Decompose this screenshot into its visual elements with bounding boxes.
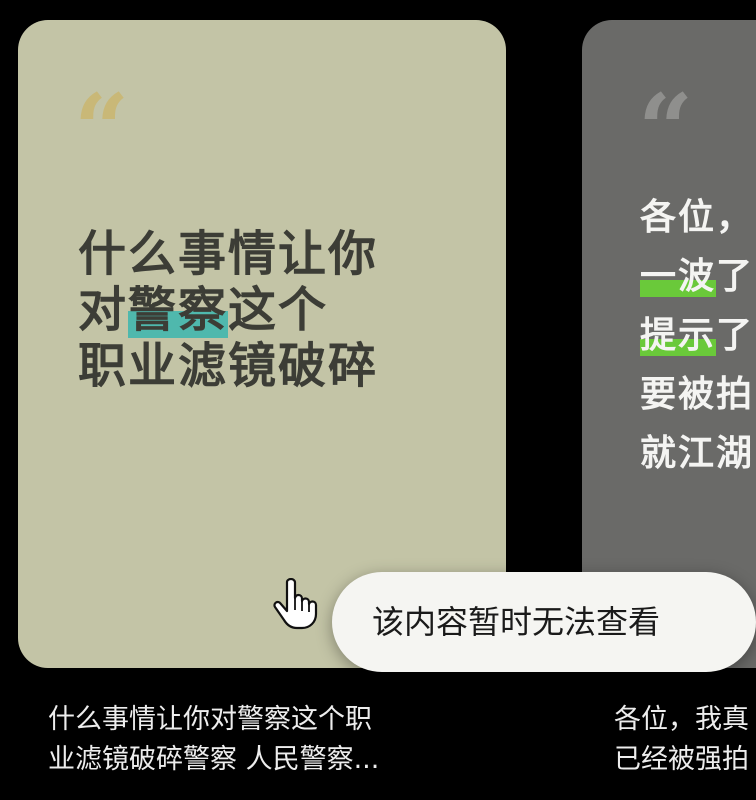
caption-line: 各位，我真 bbox=[614, 704, 749, 735]
quote-line-text: 这个 bbox=[228, 282, 329, 338]
quote-mark-icon: “ bbox=[74, 82, 130, 142]
quote-card-2[interactable]: “ 各位， 一波了 提示了 要被拍 就江湖 bbox=[582, 20, 756, 668]
quote-line-text: 什么事情让你 bbox=[78, 226, 379, 282]
quote-line-text: 对 bbox=[78, 282, 129, 338]
caption-line: 什么事情让你对警察这个职 bbox=[48, 704, 372, 735]
caption-line: 已经被强拍 bbox=[614, 744, 749, 775]
quote-line-3: 职业滤镜破碎 bbox=[78, 338, 478, 394]
quote-line-4: 要被拍 bbox=[640, 365, 756, 424]
post-caption-2[interactable]: 各位，我真 已经被强拍 bbox=[614, 700, 756, 780]
feed-viewport: “ 什么事情让你 对警察这个 职业滤镜破碎 “ 各位， 一波了 提示了 要被拍 … bbox=[0, 0, 756, 800]
quote-line-2: 对警察这个 bbox=[78, 282, 478, 338]
quote-line-text: 要被拍 bbox=[640, 374, 755, 415]
post-caption-1[interactable]: 什么事情让你对警察这个职 业滤镜破碎警察 人民警察... bbox=[48, 700, 468, 780]
card-quote-text: 各位， 一波了 提示了 要被拍 就江湖 bbox=[640, 188, 756, 483]
quote-line-1: 什么事情让你 bbox=[78, 226, 478, 282]
hand-pointer-icon bbox=[273, 578, 318, 630]
quote-line-text: 了 bbox=[716, 315, 755, 356]
quote-line-text: 了 bbox=[716, 256, 755, 297]
caption-line: 业滤镜破碎警察 人民警察... bbox=[48, 744, 380, 775]
toast-message: 该内容暂时无法查看 bbox=[372, 603, 661, 641]
content-unavailable-toast: 该内容暂时无法查看 bbox=[332, 572, 756, 672]
quote-line-text: 各位， bbox=[640, 197, 755, 238]
card-quote-text: 什么事情让你 对警察这个 职业滤镜破碎 bbox=[78, 226, 478, 394]
quote-mark-icon: “ bbox=[638, 82, 694, 142]
quote-line-1: 各位， bbox=[640, 188, 756, 247]
quote-line-text: 职业滤镜破碎 bbox=[78, 338, 379, 394]
quote-line-3: 提示了 bbox=[640, 306, 756, 365]
quote-line-text: 就江湖 bbox=[640, 433, 755, 474]
quote-line-2: 一波了 bbox=[640, 247, 756, 306]
quote-card-1[interactable]: “ 什么事情让你 对警察这个 职业滤镜破碎 bbox=[18, 20, 506, 668]
highlighted-keyword: 警察 bbox=[128, 282, 229, 338]
highlighted-keyword: 一波 bbox=[640, 256, 717, 297]
highlighted-keyword: 提示 bbox=[640, 315, 717, 356]
quote-line-5: 就江湖 bbox=[640, 424, 756, 483]
